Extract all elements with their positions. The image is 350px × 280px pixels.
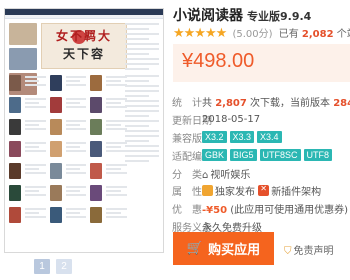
compat-tag[interactable]: X3.2: [202, 131, 227, 144]
shield-icon: ⛉: [284, 246, 292, 257]
encoding-tag[interactable]: BIG5: [230, 149, 257, 162]
star-rating-icon: ★★★★★: [173, 26, 227, 41]
update-date-row: 更新日期 2018-05-17: [172, 111, 350, 129]
product-title: 小说阅读器 专业版9.9.4: [173, 5, 311, 25]
attrs-row: 属 性 独家发布 新插件架构: [172, 182, 350, 200]
preview-side-list: [125, 23, 159, 73]
stats-row: 统 计 共 2,807 次下载，当前版本 284: [172, 93, 350, 111]
category-row: 分 类 ⌂ 视听娱乐: [172, 164, 350, 182]
compat-tag[interactable]: X3.3: [229, 131, 255, 144]
preview-pager: 1 2: [34, 259, 72, 274]
encoding-label: 适配编码: [172, 151, 212, 163]
disclaimer-label: 免责声明: [293, 246, 334, 257]
category-value[interactable]: 视听娱乐: [210, 170, 250, 181]
coupon-label: 优 惠: [172, 205, 202, 217]
attr-new-arch: 新插件架构: [271, 187, 322, 199]
banner-line-2: 天下容: [62, 47, 105, 61]
encoding-tag[interactable]: UTF8SC: [259, 149, 301, 162]
encoding-tag[interactable]: GBK: [202, 149, 228, 162]
buy-button-label: 购买应用: [208, 243, 261, 258]
tag-icon: ⌂: [202, 169, 209, 181]
preview-book-grid: [9, 75, 128, 229]
detail-list: 统 计 共 2,807 次下载，当前版本 284 更新日期 2018-05-17…: [172, 93, 350, 235]
preview-ranking-list: [125, 75, 159, 165]
compat-tag[interactable]: X3.4: [257, 131, 282, 144]
screenshot-preview[interactable]: 女不羁大 天下容: [4, 8, 164, 253]
product-name: 小说阅读器: [173, 8, 243, 24]
compat-row: 兼容版本 X3.2 X3.3 X3.4: [172, 129, 350, 147]
disclaimer-link[interactable]: ⛉ 免责声明: [284, 242, 334, 257]
attr-exclusive: 独家发布: [215, 187, 255, 199]
compat-label: 兼容版本: [172, 133, 212, 145]
pager-page-2[interactable]: 2: [56, 259, 72, 274]
encoding-row: 适配编码 GBK BIG5 UTF8SC UTF8: [172, 146, 350, 164]
new-arch-icon: [258, 184, 270, 197]
sold-count: 已有 2,082 个站点: [278, 29, 350, 40]
rating-row: ★★★★★ (5.00分) 已有 2,082 个站点: [173, 25, 350, 41]
buy-button[interactable]: 🛒 购买应用: [173, 232, 274, 265]
banner-line-1: 女不羁大: [55, 29, 112, 43]
price: ¥498.00: [182, 50, 255, 72]
product-version: 专业版9.9.4: [247, 10, 312, 23]
encoding-tag[interactable]: UTF8: [303, 149, 333, 162]
coupon-row: 优 惠 -¥50 (此应用可使用通用优惠券): [172, 200, 350, 218]
pager-page-1[interactable]: 1: [34, 259, 50, 274]
category-label: 分 类: [172, 169, 202, 181]
preview-thumb: [9, 48, 37, 70]
preview-banner: 女不羁大 天下容: [41, 23, 127, 69]
update-date-value: 2018-05-17: [202, 114, 261, 126]
coupon-note: (此应用可使用通用优惠券): [230, 205, 349, 217]
update-date-label: 更新日期: [172, 116, 212, 128]
stats-label: 统 计: [172, 98, 202, 110]
attrs-label: 属 性: [172, 187, 202, 199]
coupon-amount: -¥50: [202, 205, 228, 217]
price-box: ¥498.00: [173, 44, 350, 82]
stats-value: 共 2,807 次下载，当前版本 284: [202, 98, 350, 110]
preview-thumb: [9, 23, 37, 45]
rating-score: (5.00分): [232, 29, 273, 40]
exclusive-icon: [202, 185, 213, 197]
cart-icon: 🛒: [186, 241, 204, 256]
preview-nav-bar: [5, 15, 163, 19]
